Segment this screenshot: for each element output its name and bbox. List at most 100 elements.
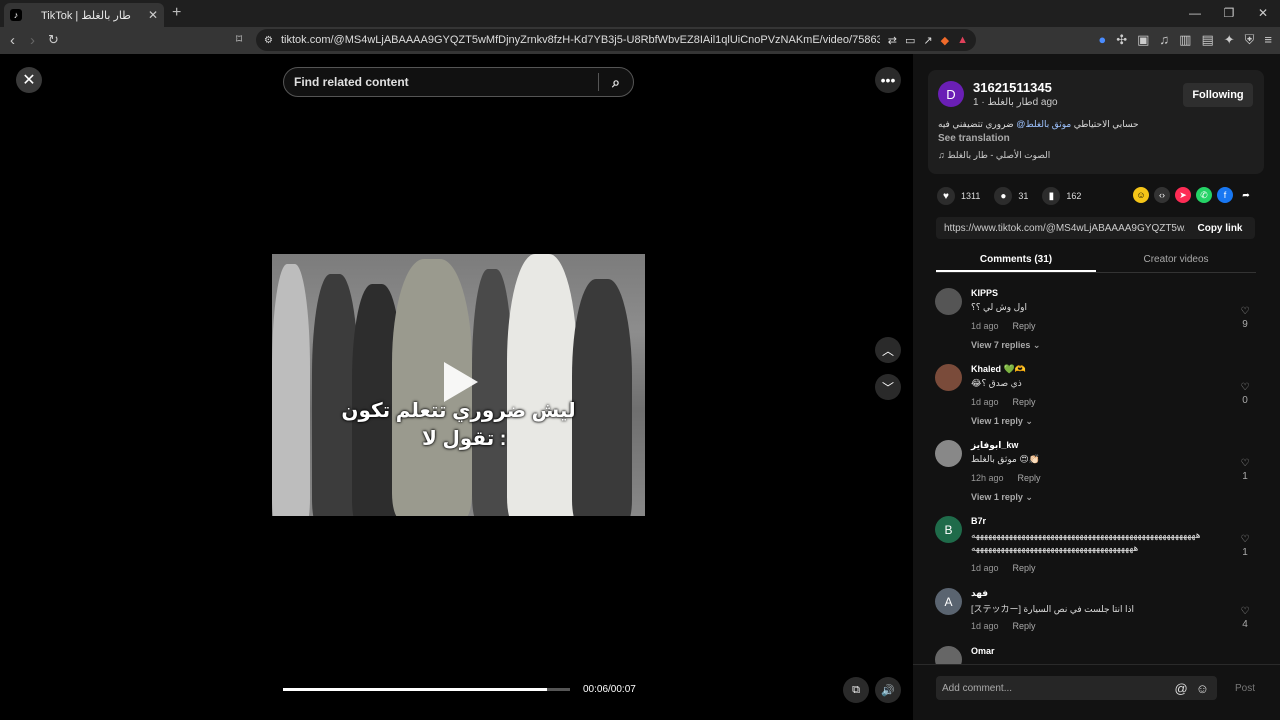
sidebar-icon[interactable]: ▥ [1179,32,1191,48]
heart-outline-icon: ♡ [1240,534,1250,545]
music-link[interactable]: ♫ الصوت الأصلي - طار بالغلط [938,150,1050,161]
pip-icon: ⧉ [852,683,860,696]
share-icon[interactable]: ↗ [923,34,932,47]
comment-button[interactable]: ● 31 [994,187,1028,205]
extension-icon[interactable]: ● [1098,32,1106,48]
brave-shield-icon[interactable]: ◆ [941,34,949,47]
browser-tab[interactable]: ♪ TikTok | طار بالغلط ✕ [4,3,164,27]
commenter-avatar[interactable] [935,440,962,467]
reply-button[interactable]: Reply [1013,321,1036,331]
new-tab-button[interactable]: + [172,4,181,22]
ellipsis-icon: ••• [880,72,896,88]
translate-icon[interactable]: ⇄ [888,34,897,47]
menu-icon[interactable]: ≡ [1264,32,1272,48]
tab-comments[interactable]: Comments (31) [936,249,1096,272]
more-options-button[interactable]: ••• [875,67,901,93]
comment-like-button[interactable]: ♡ 9 [1237,306,1253,330]
url-text: tiktok.com/@MS4wLjABAAAA9GYQZT5wMfDjnyZr… [280,34,880,46]
commenter-name[interactable]: فهد [971,588,988,599]
following-button[interactable]: Following [1183,83,1253,107]
forward-icon[interactable]: › [30,32,35,49]
author-username[interactable]: 31621511345 [973,80,1052,95]
comment-like-button[interactable]: ♡ 0 [1237,382,1253,406]
save-button[interactable]: ▮ 162 [1042,187,1081,205]
commenter-avatar[interactable]: A [935,588,962,615]
whatsapp-icon[interactable]: ✆ [1196,187,1212,203]
play-icon[interactable] [444,362,478,402]
embed-icon[interactable]: ‹› [1154,187,1170,203]
comment-icon: ● [994,187,1013,205]
commenter-name[interactable]: Omar [971,646,995,656]
description-mention[interactable]: موثق بالغلط@ [1016,119,1071,129]
author-avatar[interactable]: D [938,81,964,107]
minimize-icon[interactable]: — [1178,0,1212,27]
volume-button[interactable]: 🔊 [875,677,901,703]
add-comment-input[interactable]: Add comment... @ ☺ [936,676,1217,700]
commenter-name[interactable]: Khaled 💚🫶 [971,364,1026,375]
leo-ai-icon[interactable]: ✦ [1224,32,1235,48]
share-arrow-icon[interactable]: ➦ [1238,187,1254,203]
reply-button[interactable]: Reply [1013,621,1036,631]
previous-video-button[interactable]: ︿ [875,337,901,363]
reply-button[interactable]: Reply [1013,397,1036,407]
see-translation-link[interactable]: See translation [938,133,1010,144]
related-search-bar[interactable]: Find related content ⌕ [283,67,634,97]
close-tab-icon[interactable]: ✕ [148,8,158,22]
commenter-avatar[interactable] [935,364,962,391]
comment-meta: 1d ago Reply [971,621,1036,631]
post-button[interactable]: Post [1235,683,1255,694]
commenter-avatar[interactable] [935,288,962,315]
comment-like-count: 4 [1242,619,1248,630]
comment-like-button[interactable]: ♡ 4 [1237,606,1253,630]
emoji-icon[interactable]: ☺ [1196,681,1209,696]
vpn-icon[interactable]: ⛨ [1245,32,1255,48]
reply-button[interactable]: Reply [1013,563,1036,573]
chevron-up-icon: ︿ [881,343,894,358]
close-window-icon[interactable]: ✕ [1246,0,1280,27]
search-icon[interactable]: ⌕ [599,74,633,91]
puzzle-icon[interactable]: ✣ [1116,32,1127,48]
share-link-text[interactable]: https://www.tiktok.com/@MS4wLjABAAAA9GYQ… [936,223,1185,234]
cast-icon[interactable]: ▭ [905,34,915,47]
commenter-avatar[interactable] [935,646,962,664]
next-video-button[interactable]: ﹀ [875,374,901,400]
reload-icon[interactable]: ↻ [48,32,59,48]
comment-like-button[interactable]: ♡ 1 [1237,534,1253,558]
commenter-avatar[interactable]: B [935,516,962,543]
mention-icon[interactable]: @ [1175,681,1188,696]
search-input[interactable]: Find related content [294,75,598,89]
commenter-name[interactable]: ابوفايز_kw [971,440,1018,451]
site-info-icon[interactable]: ⚙ [264,35,273,46]
address-bar[interactable]: ⚙ tiktok.com/@MS4wLjABAAAA9GYQZT5wMfDjny… [256,29,976,51]
video-time: 00:06/00:07 [583,684,636,695]
view-replies-button[interactable]: View 7 replies ⌄ [971,340,1040,351]
video-figure [507,254,577,516]
media-icon[interactable]: ♫ [1159,32,1169,48]
commenter-name[interactable]: KIPPS [971,288,998,298]
video-progress-bar[interactable] [283,688,570,691]
friends-share-icon[interactable]: ☺ [1133,187,1149,203]
video-frame[interactable]: ليش ضروري تتعلم تكون تقول لا : [272,254,645,516]
view-replies-button[interactable]: View 1 reply ⌄ [971,492,1033,503]
bookmark-icon[interactable]: ⌑ [236,32,242,46]
send-icon[interactable]: ➤ [1175,187,1191,203]
video-progress-fill [283,688,548,691]
back-icon[interactable]: ‹ [10,32,15,49]
tab-creator-videos[interactable]: Creator videos [1096,249,1256,272]
like-button[interactable]: ♥ 1311 [937,187,980,205]
reply-button[interactable]: Reply [1018,473,1041,483]
screenshot-icon[interactable]: ▣ [1137,32,1149,48]
view-replies-button[interactable]: View 1 reply ⌄ [971,416,1033,427]
picture-in-picture-button[interactable]: ⧉ [843,677,869,703]
wallet-icon[interactable]: ▤ [1201,32,1213,48]
comment-count: 31 [1018,191,1029,201]
heart-outline-icon: ♡ [1240,606,1250,617]
brave-rewards-icon[interactable]: ▲ [957,34,968,46]
facebook-icon[interactable]: f [1217,187,1233,203]
volume-icon: 🔊 [881,684,895,697]
commenter-name[interactable]: B7r [971,516,986,526]
copy-link-button[interactable]: Copy link [1185,223,1255,234]
restore-icon[interactable]: ❐ [1212,0,1246,27]
comment-like-button[interactable]: ♡ 1 [1237,458,1253,482]
close-video-button[interactable]: ✕ [16,67,42,93]
